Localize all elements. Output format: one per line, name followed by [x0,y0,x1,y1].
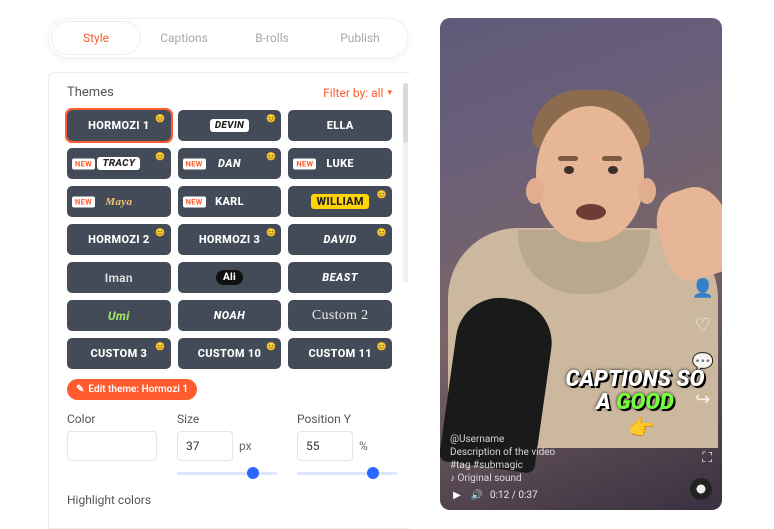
theme-label: DAN [218,157,241,170]
tab-bar: Style Captions B-rolls Publish [48,18,408,58]
theme-custom-10[interactable]: CUSTOM 10 😊 [178,338,282,369]
emoji-badge-icon: 😊 [377,190,387,199]
theme-label: HORMOZI 2 [88,233,149,246]
color-input[interactable] [67,431,157,461]
profile-icon[interactable]: 👤 [692,278,714,299]
theme-label: CUSTOM 3 [90,347,147,360]
theme-label: CUSTOM 11 [308,347,371,360]
chevron-down-icon: ▾ [387,88,392,98]
theme-label: CUSTOM 10 [198,347,261,360]
theme-label: BEAST [322,271,358,284]
posy-input[interactable] [297,431,353,461]
theme-custom-3[interactable]: CUSTOM 3 😊 [67,338,171,369]
preview-description: Description of the video [450,447,712,458]
theme-ella[interactable]: ELLA [288,110,392,141]
new-badge: New [183,158,206,169]
theme-label: DAVID [324,233,357,246]
preview-username: @Username [450,434,712,445]
theme-beast[interactable]: BEAST [288,262,392,293]
theme-label: HORMOZI 1 [88,119,149,132]
preview-sound: ♪ Original sound [450,473,712,484]
emoji-badge-icon: 😊 [155,342,165,351]
emoji-badge-icon: 😊 [155,228,165,237]
emoji-badge-icon: 😊 [266,114,276,123]
theme-noah[interactable]: NOAH [178,300,282,331]
new-badge: New [293,158,316,169]
edit-theme-label: Edit theme: Hormozi 1 [88,384,188,395]
play-icon[interactable]: ▶ [450,488,464,502]
pencil-icon: ✎ [76,384,84,395]
theme-label: Maya [105,196,132,208]
theme-hormozi-1[interactable]: HORMOZI 1 😊 [67,110,171,141]
filter-label: Filter by: all [323,86,383,100]
theme-dan[interactable]: New DAN 😊 [178,148,282,179]
emoji-badge-icon: 😊 [266,228,276,237]
theme-iman[interactable]: Iman [67,262,171,293]
highlight-colors-heading: Highlight colors [67,493,392,507]
emoji-badge-icon: 😊 [266,342,276,351]
theme-label: NOAH [214,309,246,322]
theme-devin[interactable]: Devin 😊 [178,110,282,141]
emoji-badge-icon: 😊 [155,152,165,161]
theme-william[interactable]: WILLIAM 😊 [288,186,392,217]
tab-publish[interactable]: Publish [316,22,404,54]
emoji-badge-icon: 😊 [377,342,387,351]
theme-hormozi-3[interactable]: HORMOZI 3 😊 [178,224,282,255]
theme-label: ELLA [327,119,354,132]
themes-filter[interactable]: Filter by: all ▾ [323,86,392,100]
fullscreen-icon[interactable]: ⛶ [702,450,712,466]
tab-style[interactable]: Style [52,22,140,54]
tab-captions[interactable]: Captions [140,22,228,54]
theme-label: LUKE [326,157,353,170]
theme-label: KARL [215,195,244,208]
preview-time: 0:12 / 0:37 [490,490,538,501]
theme-label: Devin [210,119,249,132]
preview-tags: #tag #submagic [450,460,712,471]
new-badge: New [72,196,95,207]
theme-grid: HORMOZI 1😊Devin😊ELLANewTRACY😊NewDAN😊NewL… [67,110,392,369]
theme-custom-11[interactable]: CUSTOM 11 😊 [288,338,392,369]
theme-hormozi-2[interactable]: HORMOZI 2 😊 [67,224,171,255]
size-input[interactable] [177,431,233,461]
panel-scrollbar[interactable] [403,83,408,283]
like-icon[interactable]: ♡ [695,315,711,336]
emoji-badge-icon: 😊 [266,152,276,161]
theme-maya[interactable]: New Maya [67,186,171,217]
theme-label: TRACY [97,157,140,170]
theme-label: Custom 2 [312,308,368,324]
theme-david[interactable]: DAVID 😊 [288,224,392,255]
themes-heading: Themes [67,85,114,100]
posy-label: Position Y [297,412,397,426]
emoji-badge-icon: 😊 [155,114,165,123]
posy-unit: % [359,439,368,453]
color-label: Color [67,412,157,426]
theme-label: Iman [105,271,133,285]
sound-disc-icon[interactable] [690,478,712,500]
style-panel: Themes Filter by: all ▾ HORMOZI 1 😊 Devin 😊… [48,72,410,529]
theme-label: HORMOZI 3 [199,233,260,246]
caption-overlay: CAPTIONS SO A GOOD [550,368,720,414]
preview-meta: @Username Description of the video #tag … [440,432,722,510]
new-badge: New [72,158,95,169]
size-unit: px [239,439,252,453]
volume-icon[interactable]: 🔊 [470,488,484,502]
new-badge: New [183,196,206,207]
tab-brolls[interactable]: B-rolls [228,22,316,54]
theme-label: WILLIAM [311,194,368,209]
theme-umi[interactable]: Umi [67,300,171,331]
theme-ali[interactable]: Ali [178,262,282,293]
video-preview[interactable]: 👤 ♡ 💬 ↪ CAPTIONS SO A GOOD 👉 @Username D… [440,18,722,510]
size-label: Size [177,412,277,426]
theme-tracy[interactable]: NewTRACY 😊 [67,148,171,179]
edit-theme-button[interactable]: ✎ Edit theme: Hormozi 1 [67,379,197,400]
theme-luke[interactable]: New LUKE [288,148,392,179]
posy-slider[interactable] [297,472,397,475]
theme-karl[interactable]: New KARL [178,186,282,217]
size-slider[interactable] [177,472,277,475]
emoji-badge-icon: 😊 [377,228,387,237]
theme-label: Ali [216,270,243,285]
theme-custom-2[interactable]: Custom 2 [288,300,392,331]
theme-label: Umi [108,309,130,323]
